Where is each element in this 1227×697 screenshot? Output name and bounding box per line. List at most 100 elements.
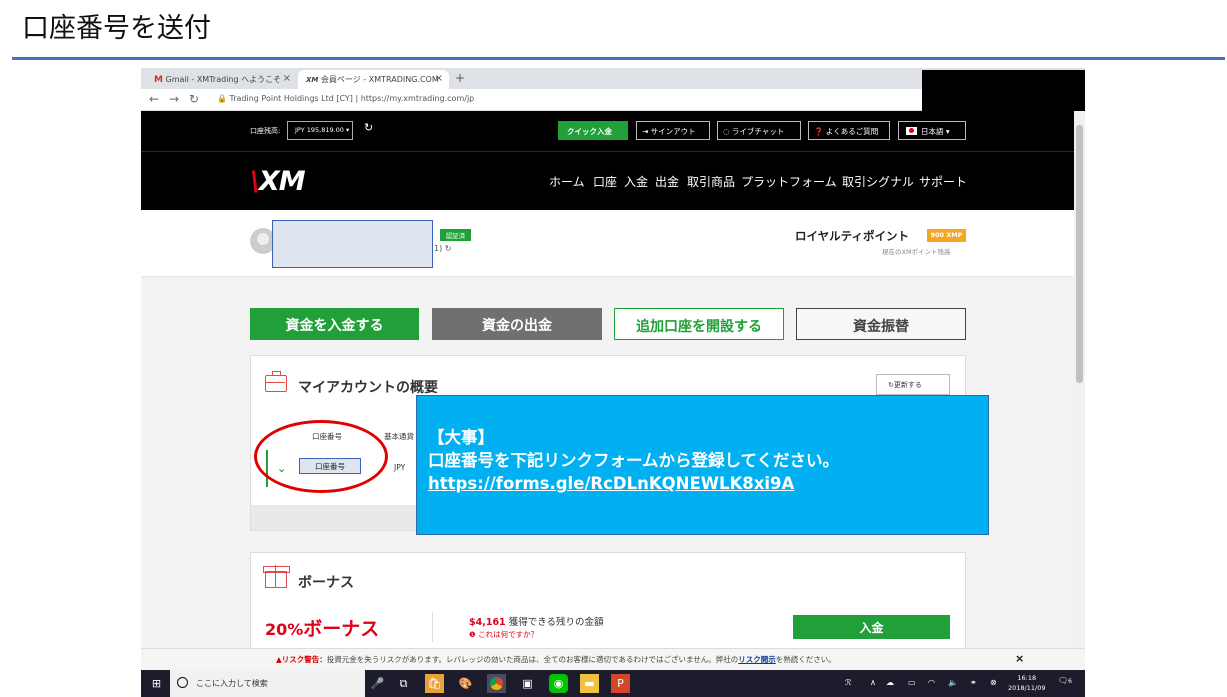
- url-site: Trading Point Holdings Ltd [CY]: [229, 94, 353, 103]
- risk-disclosure-link[interactable]: リスク開示: [738, 655, 776, 664]
- bonus-deposit-button[interactable]: 入金: [793, 615, 950, 639]
- volume-icon[interactable]: 🔈: [948, 678, 958, 687]
- gmail-icon: M: [154, 75, 163, 85]
- nav-support[interactable]: サポート: [919, 173, 967, 190]
- loyalty-points-label: ロイヤルティポイント: [795, 229, 909, 243]
- nav-account[interactable]: 口座: [593, 173, 617, 190]
- nav-home[interactable]: ホーム: [549, 173, 585, 190]
- scrollbar-thumb[interactable]: [1076, 125, 1083, 383]
- paint-icon[interactable]: 🎨: [456, 674, 475, 693]
- nav-platform[interactable]: プラットフォーム: [741, 173, 837, 190]
- file-explorer-icon[interactable]: ▬: [580, 674, 599, 693]
- nav-products[interactable]: 取引商品: [687, 173, 735, 190]
- store-icon[interactable]: 🛍: [425, 674, 444, 693]
- risk-warning-label: ▲リスク警告：: [276, 655, 327, 664]
- task-view-icon[interactable]: ⧉: [394, 674, 413, 693]
- withdraw-funds-button[interactable]: 資金の出金: [432, 308, 602, 340]
- xm-logo-text: XM: [258, 166, 306, 197]
- language-selector[interactable]: 日本語 ▾: [898, 121, 966, 140]
- chrome-icon[interactable]: [487, 674, 506, 693]
- bonus-remaining: $4,161 獲得できる残りの金額: [469, 614, 604, 628]
- risk-warning-tail: を熟読ください。: [775, 655, 836, 664]
- lock-icon: 🔒: [217, 94, 227, 103]
- deposit-funds-button[interactable]: 資金を入金する: [250, 308, 419, 340]
- slide-title: 口座番号を送付: [22, 13, 211, 44]
- close-icon[interactable]: ×: [1015, 652, 1024, 665]
- quick-deposit-button[interactable]: クイック入金: [558, 121, 628, 140]
- people-icon[interactable]: ℛ: [845, 678, 851, 687]
- currency-cell: JPY: [394, 463, 406, 472]
- vpn-icon[interactable]: ⊗: [990, 678, 997, 687]
- cortana-icon[interactable]: [177, 677, 188, 688]
- open-account-button[interactable]: 追加口座を開設する: [614, 308, 784, 340]
- reload-icon[interactable]: ↻: [189, 92, 199, 106]
- bonus-pct-number: 20%: [265, 620, 304, 639]
- microphone-icon[interactable]: 🎤: [368, 674, 387, 693]
- taskbar-clock[interactable]: 16:18 2018/11/09: [1008, 673, 1045, 693]
- cloud-icon[interactable]: ☁: [886, 678, 894, 687]
- clock-date: 2018/11/09: [1008, 684, 1046, 692]
- new-tab-button[interactable]: +: [455, 71, 465, 85]
- refresh-icon[interactable]: ↻: [364, 121, 373, 134]
- nav-withdraw[interactable]: 出金: [655, 173, 679, 190]
- windows-start-icon[interactable]: ⊞: [147, 674, 166, 693]
- app-icon[interactable]: ▣: [518, 674, 537, 693]
- account-id-tail-text: 1): [434, 244, 443, 253]
- bonus-divider: [432, 612, 433, 642]
- faq-button[interactable]: ❓ よくあるご質問: [808, 121, 890, 140]
- url-separator: |: [355, 94, 359, 103]
- notification-count: 6: [1068, 678, 1072, 685]
- risk-warning-text: 投資元金を失うリスクがあります。レバレッジの効いた商品は、全てのお客様に適切であ…: [326, 655, 739, 664]
- balance-dropdown[interactable]: JPY 195,819.00 ▾: [287, 121, 353, 140]
- form-link[interactable]: https://forms.gle/RcDLnKQNEWLK8xi9A: [428, 472, 988, 495]
- nav-signals[interactable]: 取引シグナル: [842, 173, 914, 190]
- japan-flag-icon: [906, 127, 917, 135]
- tab-gmail-label: Gmail - XMTrading へようこそ: [165, 75, 282, 84]
- gift-icon: [263, 565, 290, 588]
- bonus-panel: [250, 552, 966, 662]
- title-divider: [12, 57, 1225, 60]
- livechat-button[interactable]: ◌ ライブチャット: [717, 121, 801, 140]
- link-icon[interactable]: ⚭: [970, 678, 977, 687]
- signout-button[interactable]: ⇥ サインアウト: [636, 121, 710, 140]
- close-icon[interactable]: ×: [283, 73, 291, 84]
- callout-box: 【大事】 口座番号を下記リンクフォームから登録してください。 https://f…: [416, 395, 989, 535]
- back-icon[interactable]: ←: [149, 92, 159, 106]
- wifi-icon[interactable]: ◠: [928, 678, 935, 687]
- bonus-title: ボーナス: [298, 575, 354, 591]
- highlight-circle: [254, 420, 388, 493]
- tab-gmail[interactable]: M Gmail - XMTrading へようこそ ×: [146, 70, 297, 89]
- briefcase-icon: [265, 371, 287, 392]
- update-button[interactable]: ↻更新する: [876, 374, 950, 395]
- url-text: https://my.xmtrading.com/jp: [360, 94, 475, 103]
- powerpoint-icon[interactable]: P: [611, 674, 630, 693]
- line-icon[interactable]: ◉: [549, 674, 568, 693]
- my-account-title: マイアカウントの概要: [298, 380, 438, 396]
- loyalty-points-subtitle: 現在のXMポイント残高: [882, 248, 951, 256]
- column-header-currency: 基本通貨: [384, 432, 414, 441]
- chevron-up-icon[interactable]: ∧: [870, 678, 876, 687]
- xm-logo[interactable]: \XM: [250, 166, 306, 197]
- close-icon[interactable]: ×: [435, 73, 443, 84]
- tab-xm[interactable]: XM 会員ページ - XMTRADING.COM ×: [298, 70, 449, 89]
- redaction-block: [922, 70, 1085, 111]
- callout-message: 口座番号を下記リンクフォームから登録してください。: [428, 451, 840, 470]
- nav-deposit[interactable]: 入金: [624, 173, 648, 190]
- balance-label: 口座残高:: [250, 127, 281, 135]
- bonus-pct-word: ボーナス: [303, 618, 380, 640]
- redacted-name: [272, 220, 433, 268]
- risk-warning-bar: ▲リスク警告：投資元金を失うリスクがあります。レバレッジの効いた商品は、全てのお…: [141, 648, 1085, 670]
- forward-icon[interactable]: →: [169, 92, 179, 106]
- bonus-help-link[interactable]: ❶ これは何ですか？: [469, 629, 538, 640]
- language-label: 日本語 ▾: [921, 127, 950, 136]
- battery-icon[interactable]: ▭: [908, 678, 916, 687]
- sync-icon[interactable]: ↻: [445, 244, 452, 253]
- taskbar-search-input[interactable]: ここに入力して検索: [170, 670, 365, 697]
- bonus-percentage: 20%ボーナス: [265, 614, 379, 641]
- url-field[interactable]: 🔒 Trading Point Holdings Ltd [CY] | http…: [217, 94, 474, 103]
- account-id-tail: 1) ↻: [434, 244, 451, 253]
- verified-badge: 認証済: [440, 229, 471, 241]
- xm-icon: XM: [306, 76, 319, 84]
- transfer-funds-button[interactable]: 資金振替: [796, 308, 966, 340]
- notification-icon[interactable]: 🗨6: [1058, 676, 1072, 685]
